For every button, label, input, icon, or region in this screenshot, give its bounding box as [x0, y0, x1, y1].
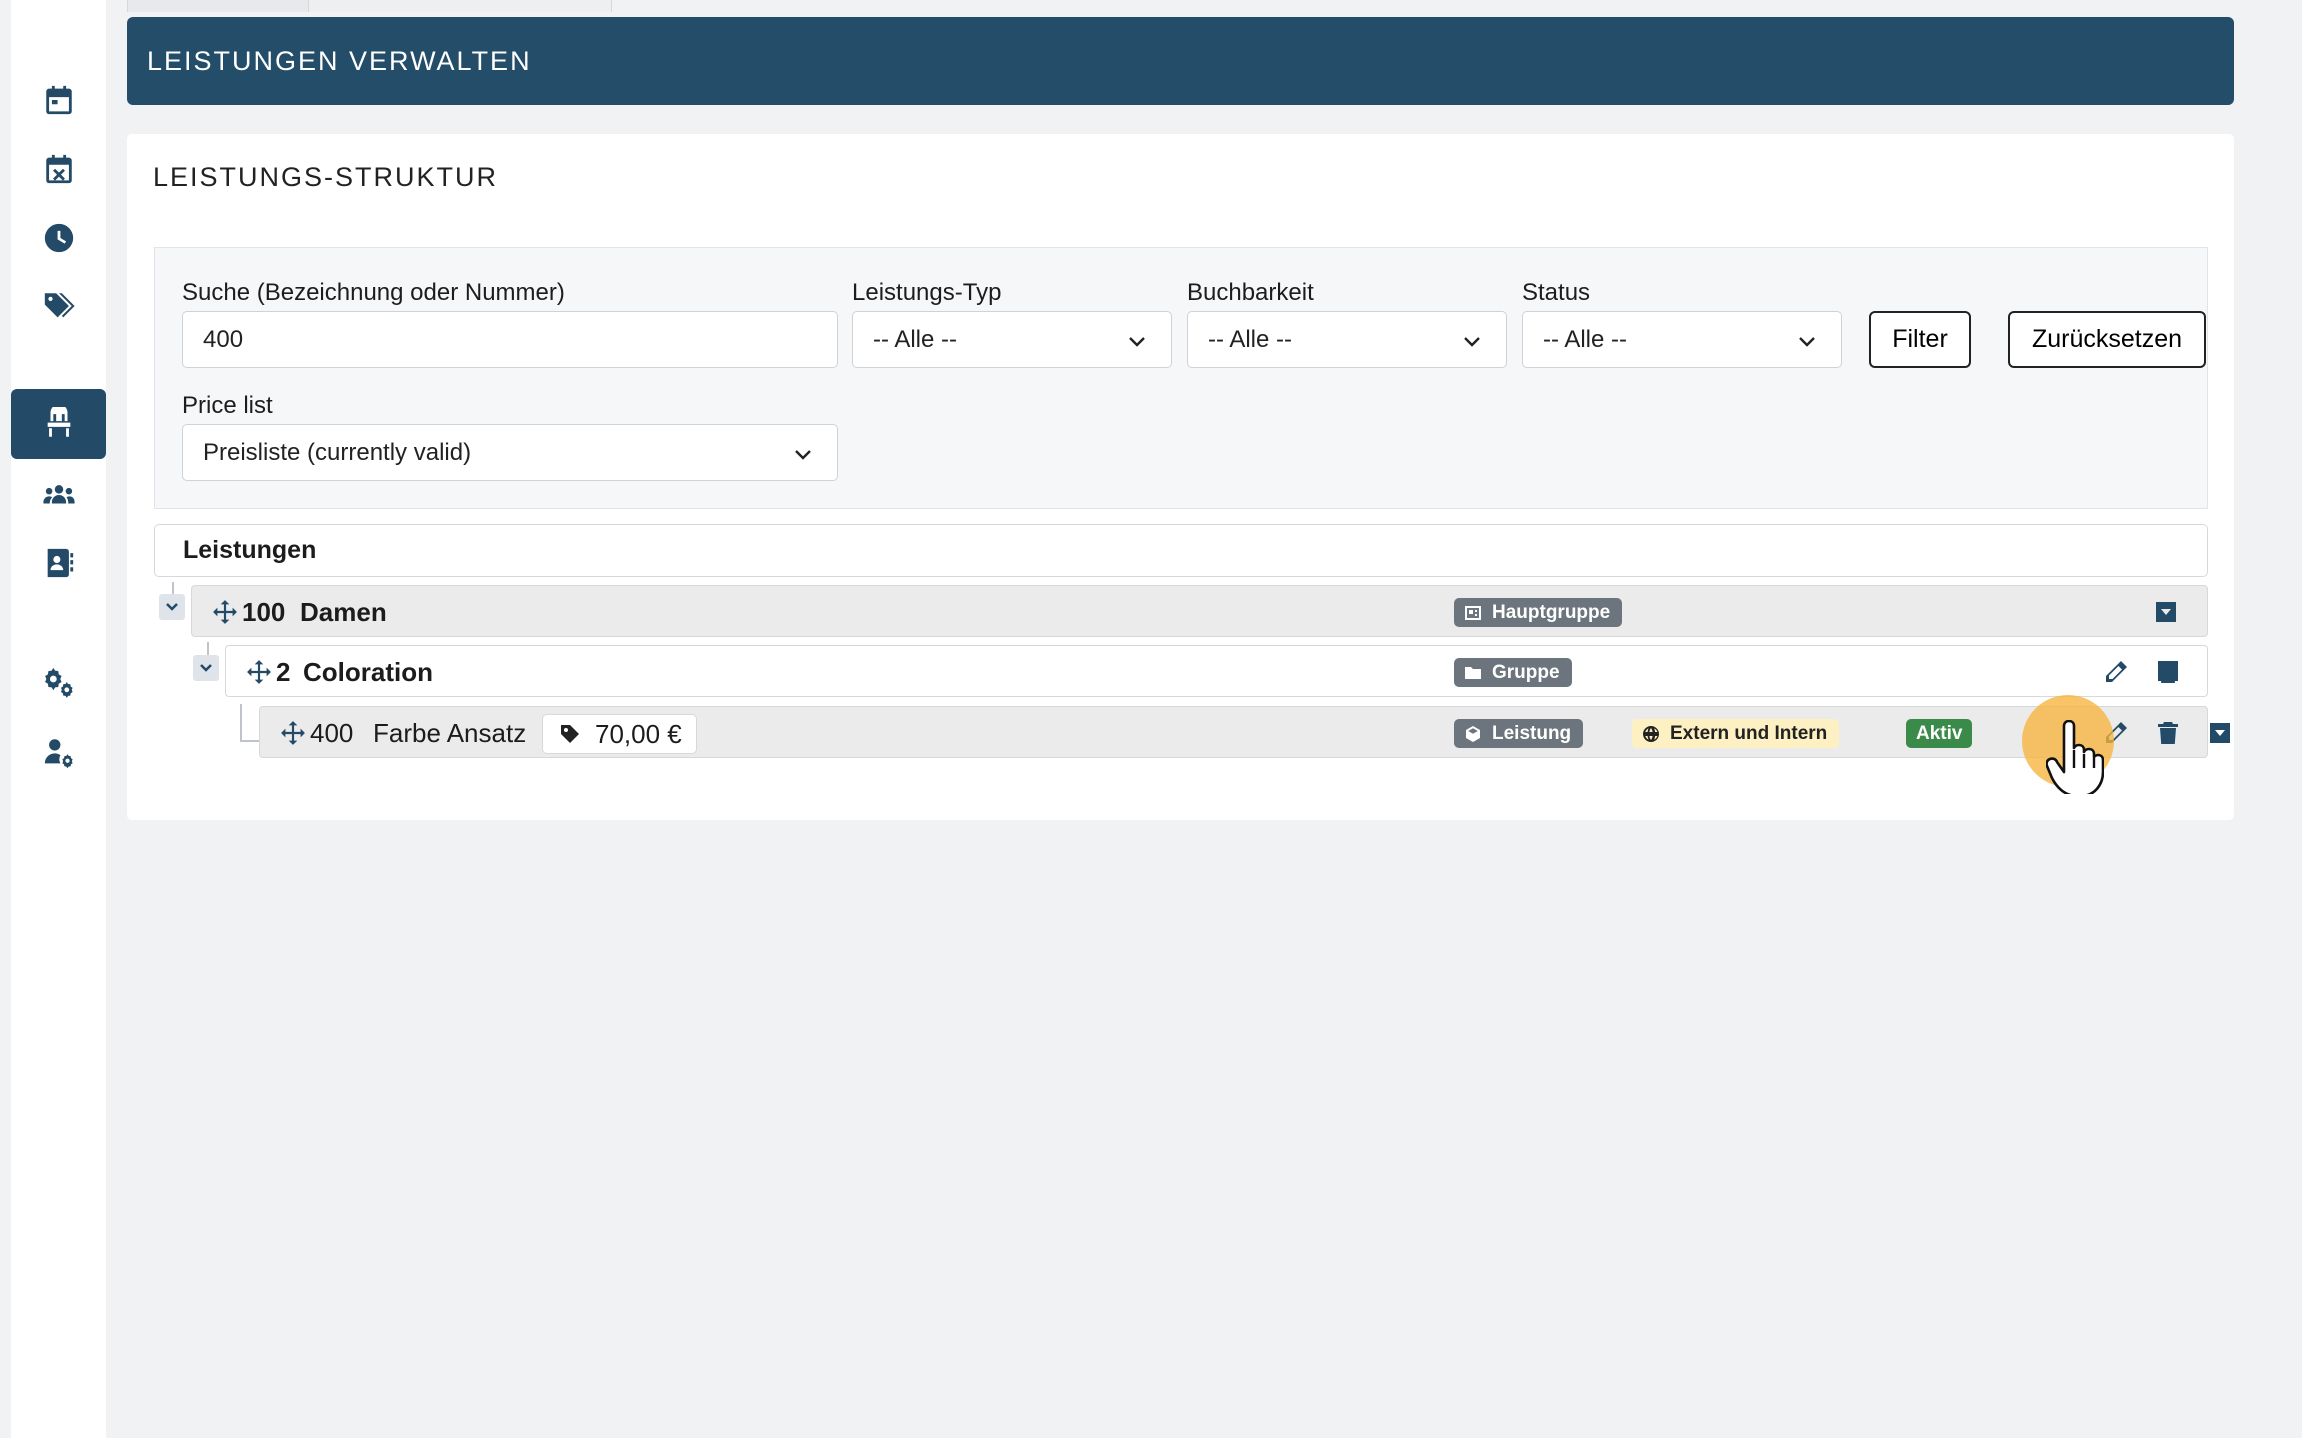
bookability-select[interactable]: -- Alle --: [1187, 311, 1507, 368]
page-title: LEISTUNGEN VERWALTEN: [147, 45, 532, 76]
sidebar-item-calendar-cancel[interactable]: [11, 137, 106, 201]
sidebar-item-contacts[interactable]: [11, 531, 106, 595]
tree-connector: [240, 704, 242, 742]
filter-panel: Suche (Bezeichnung oder Nummer) 400 Leis…: [154, 247, 2208, 509]
tag-icon: [561, 725, 579, 743]
search-input[interactable]: 400: [182, 311, 838, 368]
visibility-label: Extern und Intern: [1670, 722, 1828, 744]
tags-icon: [44, 293, 75, 318]
price-value: 70,00 €: [595, 718, 682, 749]
collapse-toggle[interactable]: [193, 655, 219, 681]
chevron-down-icon: [1797, 330, 1817, 350]
chevron-down-icon: [1462, 330, 1482, 350]
type-badge-label: Gruppe: [1492, 661, 1560, 683]
folder-icon: [1465, 666, 1481, 679]
sidebar-item-tags[interactable]: [11, 274, 106, 338]
edit-button[interactable]: [2102, 658, 2130, 686]
tree-row-service[interactable]: 400 Farbe Ansatz 70,00 € Leistung Extern…: [259, 706, 2230, 758]
pricelist-select[interactable]: Preisliste (currently valid): [182, 424, 838, 481]
status-badge: Aktiv: [1906, 719, 1973, 748]
row-menu-toggle[interactable]: [2154, 657, 2182, 685]
chevron-down-icon: [1127, 330, 1147, 350]
row-menu-toggle[interactable]: [2152, 598, 2180, 626]
services-structure-card: LEISTUNGS-STRUKTUR Suche (Bezeichnung od…: [127, 134, 2234, 820]
type-badge: Hauptgruppe: [1454, 598, 1623, 627]
type-badge-label: Hauptgruppe: [1492, 601, 1611, 623]
bookability-value: -- Alle --: [1208, 325, 1292, 353]
services-tree-header: Leistungen: [154, 524, 2208, 577]
service-type-label: Leistungs-Typ: [852, 279, 1002, 306]
move-handle-icon[interactable]: [280, 720, 306, 746]
image-frame-icon: [1465, 605, 1481, 620]
status-label: Status: [1522, 279, 1591, 306]
tree-row-main-group[interactable]: 100 Damen Hauptgruppe: [191, 585, 2208, 637]
pricelist-label: Price list: [182, 392, 273, 419]
status-select[interactable]: -- Alle --: [1522, 311, 1842, 368]
row-number: 2: [276, 657, 291, 687]
sidebar-item-services[interactable]: [11, 389, 106, 459]
search-label: Suche (Bezeichnung oder Nummer): [182, 279, 565, 306]
top-tab-1[interactable]: [127, 0, 309, 12]
pencil-icon: [2106, 661, 2127, 682]
filter-button[interactable]: Filter: [1869, 311, 1971, 368]
service-type-select[interactable]: -- Alle --: [852, 311, 1172, 368]
chevron-down-icon: [200, 664, 212, 672]
caret-square-down-icon: [2156, 602, 2176, 622]
row-number: 100: [242, 597, 286, 627]
cogs-icon: [44, 667, 73, 698]
caret-square-down-icon: [2210, 723, 2230, 743]
row-name: Farbe Ansatz: [373, 718, 527, 748]
type-badge-label: Leistung: [1492, 722, 1572, 744]
visibility-badge: Extern und Intern: [1632, 719, 1840, 748]
clock-icon: [44, 223, 73, 253]
bookability-label: Buchbarkeit: [1187, 279, 1314, 306]
sidebar: [11, 0, 106, 1438]
search-input-value: 400: [203, 325, 244, 353]
sidebar-item-users[interactable]: [11, 463, 106, 527]
status-value: -- Alle --: [1543, 325, 1627, 353]
type-badge: Leistung: [1454, 719, 1584, 748]
chevron-down-icon: [166, 603, 178, 611]
price-chip: 70,00 €: [542, 714, 697, 754]
card-title: LEISTUNGS-STRUKTUR: [153, 162, 499, 192]
row-name: Damen: [300, 597, 387, 627]
row-name: Coloration: [303, 657, 433, 687]
users-icon: [42, 485, 75, 504]
row-menu-toggle[interactable]: [2206, 719, 2234, 747]
move-handle-icon[interactable]: [212, 599, 238, 625]
collapse-toggle[interactable]: [159, 594, 185, 620]
sidebar-item-settings[interactable]: [11, 650, 106, 714]
page-header-banner: LEISTUNGEN VERWALTEN: [127, 17, 2234, 105]
tree-row-group[interactable]: 2 Coloration Gruppe: [225, 645, 2208, 697]
sidebar-item-clock[interactable]: [11, 206, 106, 270]
chair-icon: [47, 407, 70, 437]
trash-icon: [2158, 722, 2178, 744]
top-tab-2[interactable]: [308, 0, 612, 12]
pricelist-value: Preisliste (currently valid): [203, 438, 472, 466]
delete-button[interactable]: [2154, 719, 2182, 747]
user-settings-icon: [44, 739, 73, 769]
calendar-icon: [45, 85, 72, 115]
move-handle-icon[interactable]: [246, 659, 272, 685]
cube-icon: [1466, 725, 1480, 742]
service-type-value: -- Alle --: [873, 325, 957, 353]
contact-book-icon: [47, 548, 73, 578]
row-number: 400: [310, 718, 354, 748]
hand-pointer-cursor-icon: [2046, 720, 2104, 794]
sidebar-item-user-settings[interactable]: [11, 720, 106, 784]
caret-square-down-icon: [2158, 661, 2178, 681]
chevron-down-icon: [793, 443, 813, 463]
calendar-cancel-icon: [45, 154, 72, 184]
globe-icon: [1643, 725, 1659, 742]
type-badge: Gruppe: [1454, 658, 1572, 687]
reset-button[interactable]: Zurücksetzen: [2008, 311, 2206, 368]
sidebar-item-calendar[interactable]: [11, 68, 106, 132]
